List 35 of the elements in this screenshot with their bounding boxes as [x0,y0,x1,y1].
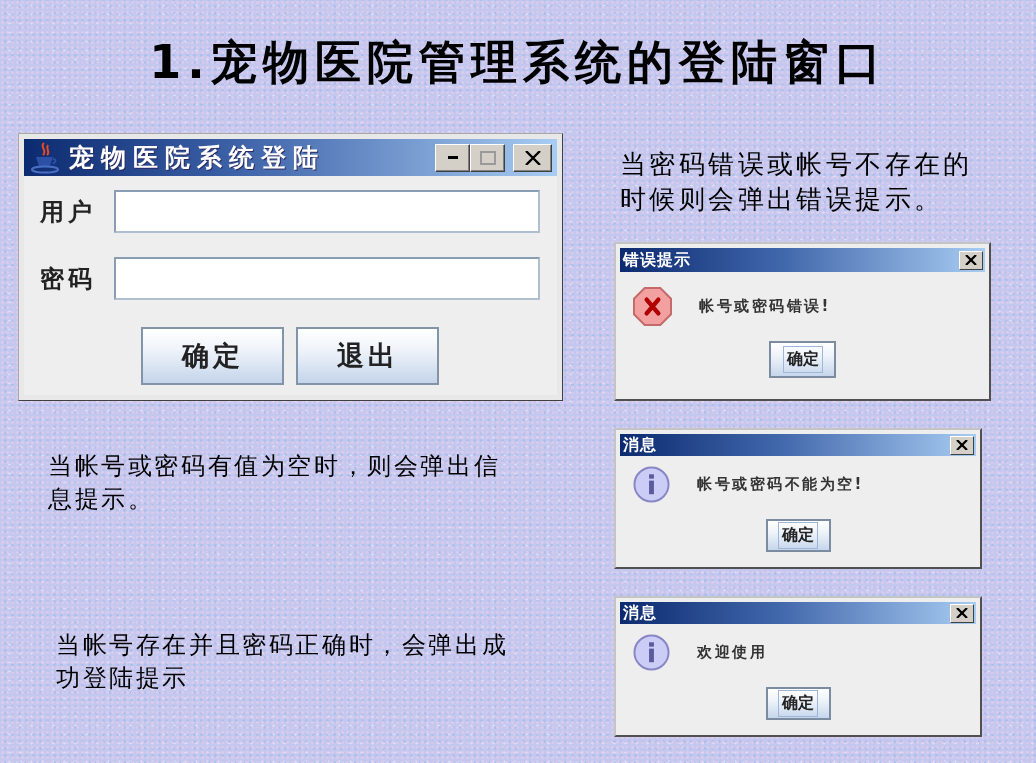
field-label: 密码 [40,263,97,295]
dialog-title: 消息 [623,434,657,456]
dialog-title: 错误提示 [623,249,691,271]
ok-button[interactable]: 确定 [765,519,831,552]
window-title: 宠物医院系统登陆 [69,142,325,174]
info-icon [633,634,670,671]
close-icon [524,150,541,165]
cup-icon [30,141,60,174]
caption-text: 当帐号存在并且密码正确时，会弹出成功登陆提示 [56,630,510,694]
dialog-message: 欢迎使用 [697,643,767,662]
slide-title: 1.宠物医院管理系统的登陆窗口 [148,34,888,90]
form-button[interactable]: 退出 [296,327,439,385]
caption-text: 当帐号或密码有值为空时，则会弹出信息提示。 [48,451,502,515]
minimize-button[interactable] [435,143,470,172]
close-icon [956,440,968,450]
form-button[interactable]: 确定 [141,327,284,385]
close-button[interactable] [959,250,983,270]
maximize-icon [479,150,496,165]
dialog-message: 帐号或密码错误! [699,297,831,316]
dialog-message: 帐号或密码不能为空! [697,475,864,494]
caption-text: 当密码错误或帐号不存在的时候则会弹出错误提示。 [619,148,974,216]
dialog-title: 消息 [623,602,657,624]
close-icon [965,255,977,265]
close-button[interactable] [950,603,974,623]
field-label: 用户 [40,196,97,228]
input-field[interactable] [114,257,540,300]
ok-button[interactable]: 确定 [765,687,831,720]
info-icon [633,466,670,503]
input-field[interactable] [114,190,540,233]
close-button[interactable] [950,435,974,455]
error-icon [633,287,672,326]
close-button[interactable] [513,143,552,172]
close-icon [956,608,968,618]
minimize-icon [447,156,458,159]
ok-button[interactable]: 确定 [769,341,836,378]
